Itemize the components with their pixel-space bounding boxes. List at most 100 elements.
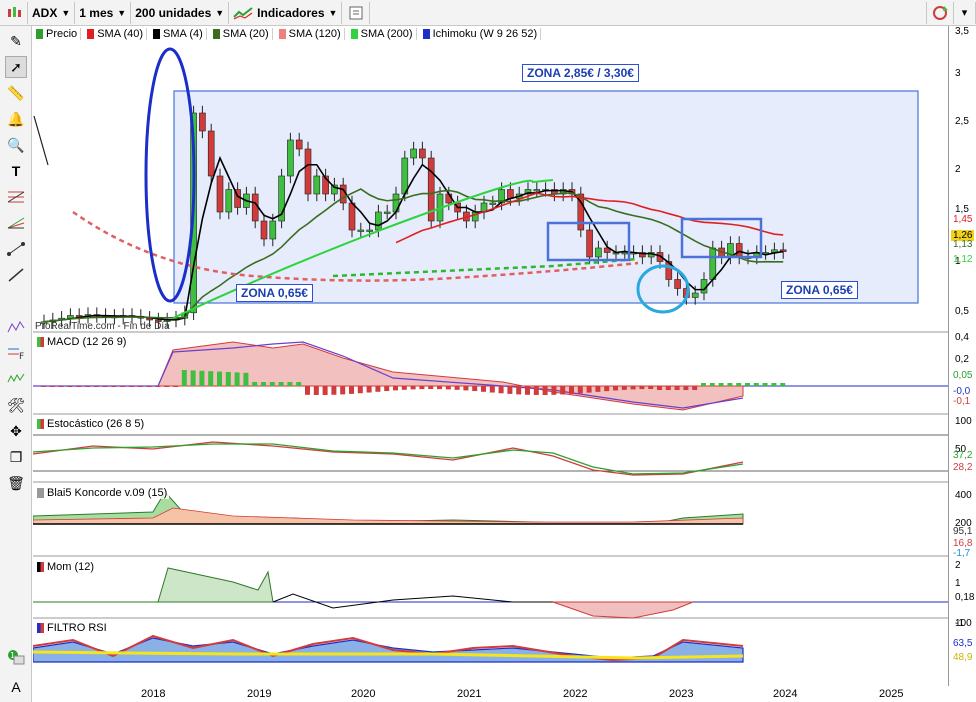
legend-item[interactable]: SMA (200) (348, 28, 417, 40)
move-icon[interactable]: ✥ (5, 420, 27, 442)
wave-tool-icon[interactable] (5, 368, 27, 390)
stoch-axis-label: 100 (955, 416, 972, 427)
macd-histogram-bar (155, 386, 161, 387)
ticker-label: ADX (32, 5, 58, 20)
macd-histogram-bar (234, 372, 240, 386)
add-text-icon[interactable]: A (5, 676, 27, 698)
macd-histogram-bar (525, 386, 530, 395)
chart-area[interactable]: ZONA 2,85€ / 3,30€ ZONA 0,65€ ZONA 0,65€… (32, 42, 948, 686)
macd-axis-label: 0,4 (955, 332, 969, 343)
price-tag: 1,45 (953, 214, 973, 225)
alert-bell-icon[interactable]: 🔔 (5, 108, 27, 130)
macd-histogram-bar (296, 382, 302, 386)
macd-histogram-bar (753, 383, 759, 386)
macd-histogram-bar (472, 386, 478, 392)
macd-histogram-bar (630, 386, 636, 390)
price-tick-label: 3,5 (955, 26, 969, 37)
legend-item[interactable]: Precio (33, 28, 82, 40)
candle-body (419, 148, 426, 159)
ruler-icon[interactable]: 📏 (5, 82, 27, 104)
macd-histogram-bar (595, 386, 601, 392)
candle-body (269, 220, 277, 240)
timeframe-select[interactable]: 1 mes ▼ (75, 1, 132, 24)
legend-item[interactable]: Ichimoku (W 9 26 52) (420, 28, 542, 40)
panel-title-stoch[interactable]: Estocástico (26 8 5) (35, 418, 147, 430)
line-tool-icon[interactable] (5, 264, 27, 286)
macd-histogram-bar (780, 383, 786, 386)
legend-label: SMA (4) (163, 28, 203, 40)
panel-title-koncorde[interactable]: Blai5 Koncorde v.09 (15) (35, 487, 170, 499)
price-tag: 1,12 (953, 254, 973, 265)
pattern-tool-icon[interactable] (5, 316, 27, 338)
time-axis[interactable]: 2018 2019 2020 2021 2022 2023 2024 2025 (33, 686, 948, 702)
candle-body (207, 130, 215, 177)
rsi-value-tag: 48,9 (953, 652, 973, 663)
macd-histogram-bar (287, 382, 293, 386)
macd-histogram-bar (252, 382, 258, 386)
indicators-button[interactable]: Indicadores ▼ (229, 1, 343, 24)
macd-histogram-bar (621, 386, 627, 390)
properties-icon[interactable] (342, 1, 371, 24)
candle-body (251, 193, 259, 222)
indicator-chart-icon (233, 6, 253, 20)
legend-item[interactable]: SMA (4) (150, 28, 207, 40)
fibonacci-f-icon[interactable]: F (5, 342, 27, 364)
indicators-label: Indicadores (257, 5, 325, 20)
units-select[interactable]: 200 unidades ▼ (131, 1, 230, 24)
macd-histogram-bar (384, 386, 390, 392)
screen-count-icon[interactable]: 1 (5, 646, 27, 668)
panel-title-rsi[interactable]: FILTRO RSI (35, 622, 109, 634)
zoom-icon[interactable]: 🔍 (5, 134, 27, 156)
legend-swatch-icon (422, 29, 430, 39)
legend-label: SMA (120) (288, 28, 341, 40)
candle-body (199, 112, 206, 132)
menu-chevron-icon[interactable]: ▾ (954, 1, 976, 24)
macd-histogram-bar (190, 370, 196, 386)
candle-body (216, 175, 224, 213)
trash-icon[interactable]: 🗑 (5, 472, 27, 494)
timeframe-label: 1 mes (79, 5, 114, 20)
text-tool-icon[interactable]: T (5, 160, 27, 182)
rsi-title: FILTRO RSI (47, 622, 107, 634)
year-tick-label: 2018 (141, 688, 166, 700)
chevron-down-icon: ▼ (117, 7, 127, 18)
price-axis[interactable]: 3,5 3 2,5 2 1,5 1 0,5 1,45 1,26 1,13 1,12 0,4 0,2 0,0… (948, 26, 976, 686)
chart-canvas[interactable] (32, 42, 948, 686)
macd-histogram-bar (419, 386, 425, 390)
refresh-icon[interactable] (926, 1, 954, 24)
macd-histogram-bar (181, 370, 187, 386)
tools-icon[interactable]: 🛠 (5, 394, 27, 416)
year-tick-label: 2019 (247, 688, 272, 700)
cursor-icon[interactable]: ➚ (5, 56, 27, 78)
macd-histogram-bar (463, 386, 469, 391)
zone-label-top: ZONA 2,85€ / 3,30€ (522, 64, 639, 82)
candle-body (691, 292, 699, 298)
stoch-swatch-icon (37, 419, 44, 429)
macd-histogram-bar (639, 386, 645, 390)
chart-type-icon[interactable] (0, 1, 28, 24)
macd-histogram-bar (771, 383, 777, 386)
panel-title-mom[interactable]: Mom (12) (35, 561, 97, 573)
macd-histogram-bar (41, 386, 46, 387)
legend-item[interactable]: SMA (120) (276, 28, 345, 40)
trendline-points-icon[interactable] (5, 238, 27, 260)
rsi-swatch-icon (37, 623, 44, 633)
legend-item[interactable]: SMA (20) (210, 28, 273, 40)
candle-body (287, 139, 294, 177)
candle-body (709, 247, 717, 280)
mom-positive-area (33, 567, 274, 603)
fibonacci-icon[interactable] (5, 186, 27, 208)
copy-icon[interactable]: ❐ (5, 446, 27, 468)
candle-body (313, 175, 321, 195)
pencil-icon[interactable]: ✎ (5, 30, 27, 52)
candle-body (621, 252, 629, 255)
ticker-select[interactable]: ADX ▼ (28, 1, 76, 24)
macd-histogram-bar (243, 372, 249, 386)
panel-title-macd[interactable]: MACD (12 26 9) (35, 336, 129, 348)
koncorde-title: Blai5 Koncorde v.09 (15) (47, 487, 168, 499)
legend-item[interactable]: SMA (40) (84, 28, 148, 40)
fibonacci-fan-icon[interactable] (5, 212, 27, 234)
macd-histogram-bar (533, 386, 539, 395)
drawn-trendline (33, 115, 49, 166)
macd-histogram-bar (269, 382, 275, 386)
